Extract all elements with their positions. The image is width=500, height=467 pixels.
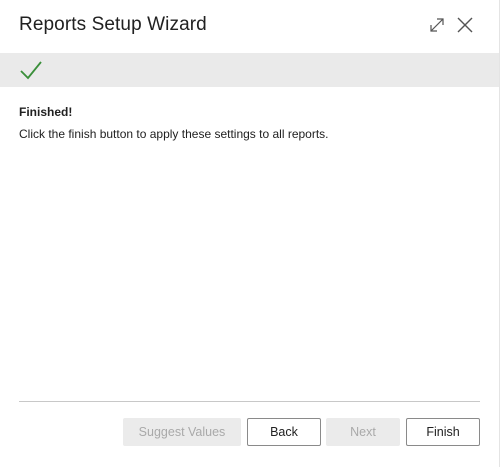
back-button[interactable]: Back <box>247 418 321 446</box>
status-strip <box>0 53 499 87</box>
next-button[interactable]: Next <box>326 418 400 446</box>
footer-divider <box>19 401 480 402</box>
suggest-values-button[interactable]: Suggest Values <box>123 418 241 446</box>
content-body: Click the finish button to apply these s… <box>19 127 329 141</box>
reports-setup-wizard-dialog: Reports Setup Wizard Finished! Click the… <box>0 0 500 467</box>
dialog-header: Reports Setup Wizard <box>0 0 500 52</box>
dialog-title: Reports Setup Wizard <box>19 14 207 35</box>
checkmark-icon <box>20 61 42 80</box>
wizard-content: Finished! Click the finish button to app… <box>19 105 479 141</box>
finish-button[interactable]: Finish <box>406 418 480 446</box>
expand-icon[interactable] <box>426 14 448 36</box>
content-heading: Finished! <box>19 105 73 119</box>
close-icon[interactable] <box>454 14 476 36</box>
